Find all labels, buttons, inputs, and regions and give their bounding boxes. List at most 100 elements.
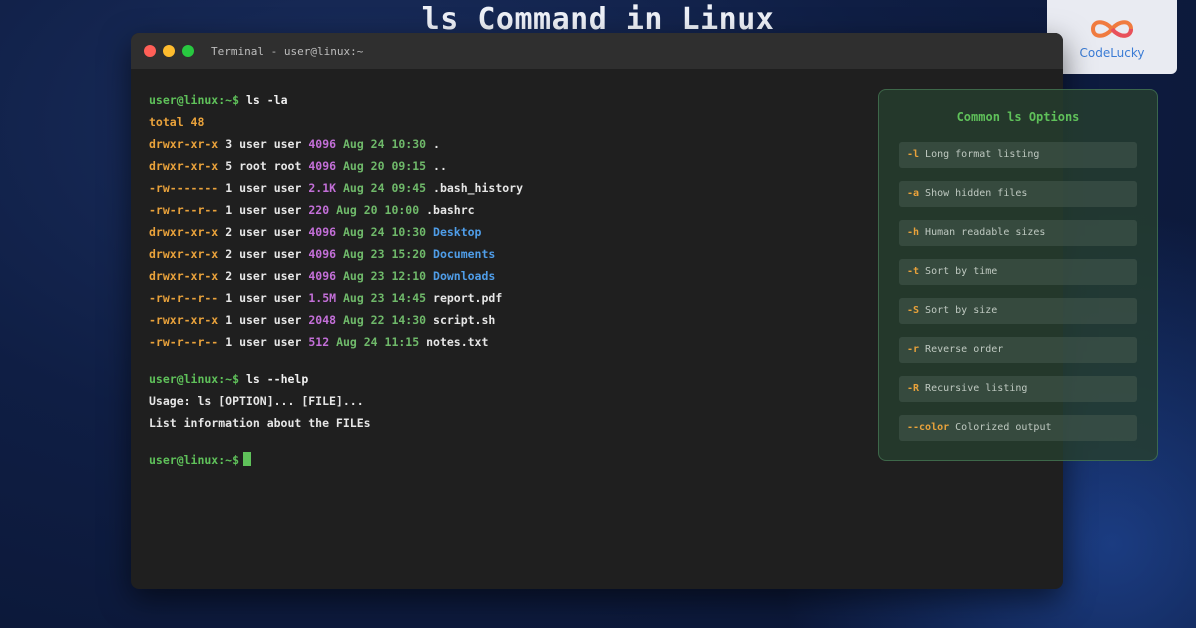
link-count: 5 [225, 159, 233, 173]
file-listing-row: -rw-r--r-- 1 user user 220 Aug 20 10:00 … [149, 199, 523, 221]
options-panel-title: Common ls Options [956, 110, 1080, 124]
group: user [273, 181, 302, 195]
group: user [273, 137, 302, 151]
owner: user [239, 313, 267, 327]
file-size: 2.1K [308, 181, 337, 195]
link-count: 1 [225, 313, 233, 327]
command-line: user@linux:~$ ls --help [149, 368, 523, 390]
option-description: Sort by time [925, 266, 998, 277]
permissions: -rw------- [149, 181, 219, 195]
shell-prompt: user@linux:~$ [149, 93, 240, 107]
link-count: 2 [225, 269, 233, 283]
group: user [273, 269, 302, 283]
option-description: Human readable sizes [925, 227, 1046, 238]
link-count: 1 [225, 203, 233, 217]
owner: user [239, 225, 267, 239]
option-description: Colorized output [955, 422, 1052, 433]
minimize-window-button[interactable] [163, 45, 175, 57]
permissions: -rw-r--r-- [149, 291, 219, 305]
file-name: Desktop [433, 225, 482, 239]
file-size: 1.5M [308, 291, 337, 305]
file-size: 220 [308, 203, 330, 217]
file-size: 4096 [308, 225, 337, 239]
file-name: .bash_history [433, 181, 524, 195]
file-listing-row: drwxr-xr-x 2 user user 4096 Aug 24 10:30… [149, 221, 523, 243]
file-listing-row: drwxr-xr-x 2 user user 4096 Aug 23 15:20… [149, 243, 523, 265]
option-flag: -h [907, 227, 920, 238]
link-count: 1 [225, 181, 233, 195]
link-count: 2 [225, 225, 233, 239]
group: user [273, 335, 302, 349]
group: user [273, 203, 302, 217]
file-listing-row: drwxr-xr-x 2 user user 4096 Aug 23 12:10… [149, 265, 523, 287]
group: user [273, 225, 302, 239]
option-description: Sort by size [925, 305, 998, 316]
command-line: user@linux:~$ ls -la [149, 89, 523, 111]
option-item: -a Show hidden files [899, 181, 1137, 207]
terminal-titlebar[interactable]: Terminal - user@linux:~ [131, 33, 1063, 69]
close-window-button[interactable] [144, 45, 156, 57]
help-usage-line: Usage: ls [OPTION]... [FILE]... [149, 394, 364, 408]
file-size: 4096 [308, 159, 337, 173]
maximize-window-button[interactable] [182, 45, 194, 57]
owner: user [239, 181, 267, 195]
option-flag: -l [907, 149, 920, 160]
option-item: -R Recursive listing [899, 376, 1137, 402]
file-name: script.sh [433, 313, 496, 327]
option-item: --color Colorized output [899, 415, 1137, 441]
modified-date: Aug 24 10:30 [342, 137, 427, 151]
file-listing-row: -rw-r--r-- 1 user user 1.5M Aug 23 14:45… [149, 287, 523, 309]
option-flag: -S [907, 305, 920, 316]
command-text: ls -la [245, 93, 288, 107]
page-title: ls Command in Linux [421, 2, 775, 37]
option-item: -S Sort by size [899, 298, 1137, 324]
permissions: -rw-r--r-- [149, 203, 219, 217]
owner: user [239, 269, 267, 283]
file-name: Documents [433, 247, 496, 261]
option-flag: -a [907, 188, 920, 199]
option-description: Show hidden files [925, 188, 1028, 199]
total-line: total 48 [149, 115, 205, 129]
option-item: -h Human readable sizes [899, 220, 1137, 246]
file-listing-row: -rw-r--r-- 1 user user 512 Aug 24 11:15 … [149, 331, 523, 353]
permissions: drwxr-xr-x [149, 137, 219, 151]
modified-date: Aug 24 09:45 [342, 181, 427, 195]
group: user [273, 313, 302, 327]
logo-text: CodeLucky [1079, 46, 1145, 60]
permissions: drwxr-xr-x [149, 159, 219, 173]
file-listing-row: -rw------- 1 user user 2.1K Aug 24 09:45… [149, 177, 523, 199]
shell-prompt: user@linux:~$ [149, 453, 240, 467]
permissions: drwxr-xr-x [149, 225, 219, 239]
terminal-output[interactable]: user@linux:~$ ls -la total 48 drwxr-xr-x… [149, 89, 523, 471]
link-count: 1 [225, 335, 233, 349]
codelucky-logo: CodeLucky [1047, 0, 1177, 74]
infinity-logo-icon [1090, 20, 1134, 38]
file-listing-row: drwxr-xr-x 5 root root 4096 Aug 20 09:15… [149, 155, 523, 177]
modified-date: Aug 23 15:20 [342, 247, 427, 261]
option-item: -r Reverse order [899, 337, 1137, 363]
modified-date: Aug 23 12:10 [342, 269, 427, 283]
modified-date: Aug 22 14:30 [342, 313, 427, 327]
file-name: . [433, 137, 440, 151]
file-name: .. [433, 159, 447, 173]
permissions: drwxr-xr-x [149, 247, 219, 261]
option-item: -l Long format listing [899, 142, 1137, 168]
group: root [273, 159, 302, 173]
modified-date: Aug 24 11:15 [336, 335, 420, 349]
owner: user [239, 247, 267, 261]
owner: user [239, 137, 267, 151]
active-prompt-line[interactable]: user@linux:~$ [149, 449, 523, 471]
link-count: 2 [225, 247, 233, 261]
option-description: Recursive listing [925, 383, 1028, 394]
file-size: 512 [308, 335, 330, 349]
file-size: 4096 [308, 137, 337, 151]
option-flag: -R [907, 383, 920, 394]
permissions: drwxr-xr-x [149, 269, 219, 283]
help-description-line: List information about the FILEs [149, 416, 371, 430]
owner: root [239, 159, 267, 173]
file-size: 4096 [308, 247, 337, 261]
option-flag: -r [907, 344, 920, 355]
link-count: 3 [225, 137, 233, 151]
owner: user [239, 291, 267, 305]
file-listing-row: drwxr-xr-x 3 user user 4096 Aug 24 10:30… [149, 133, 523, 155]
